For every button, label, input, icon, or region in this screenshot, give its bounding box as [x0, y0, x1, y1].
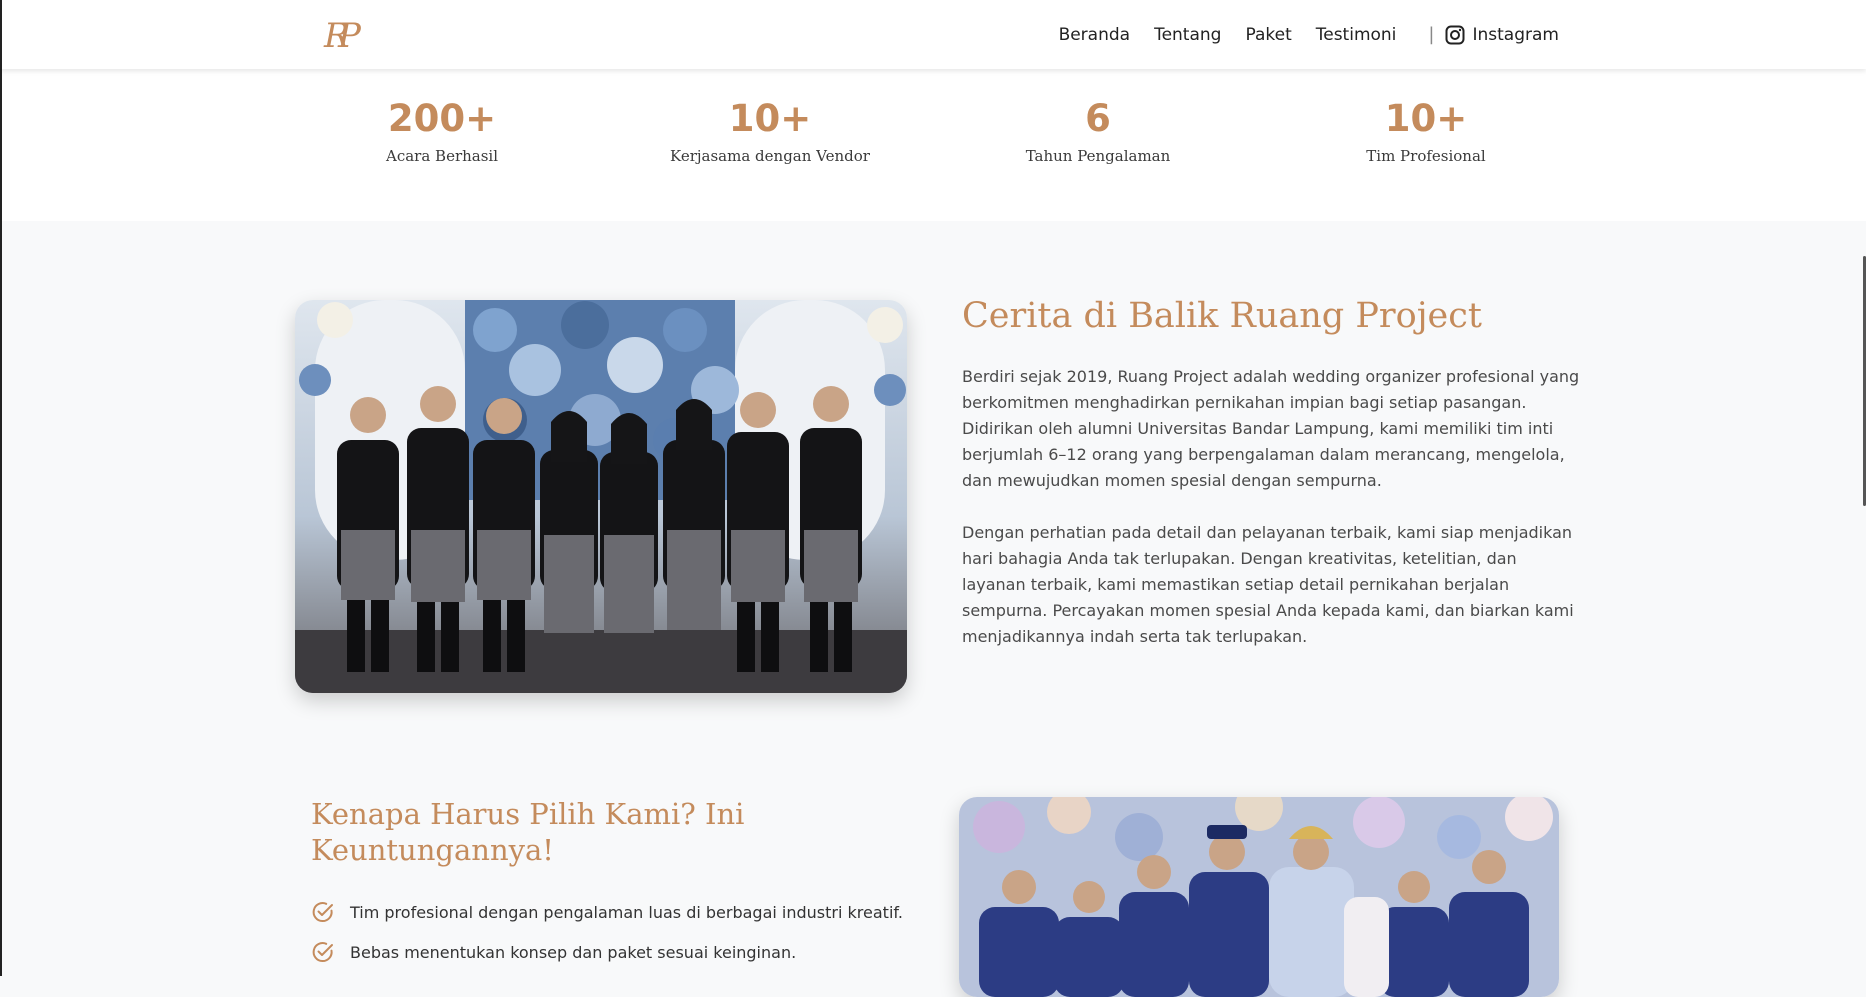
- list-item: Tim profesional dengan pengalaman luas d…: [311, 892, 903, 932]
- list-item: Bebas menentukan konsep dan paket sesuai…: [311, 932, 903, 972]
- stat-vendors: 10+ Kerjasama dengan Vendor: [620, 95, 920, 165]
- about-paragraph-1: Berdiri sejak 2019, Ruang Project adalah…: [962, 367, 1580, 490]
- why-title: Kenapa Harus Pilih Kami? Ini Keuntungann…: [311, 797, 745, 867]
- stats-section: 200+ Acara Berhasil 10+ Kerjasama dengan…: [0, 69, 1866, 221]
- about-paragraph-2: Dengan perhatian pada detail dan pelayan…: [962, 523, 1574, 646]
- benefit-text: Bebas menentukan konsep dan paket sesuai…: [350, 942, 797, 962]
- stat-value: 10+: [728, 97, 812, 140]
- logo-mark-icon: R P: [323, 16, 362, 56]
- stat-label: Tahun Pengalaman: [1025, 147, 1171, 165]
- team-photo: [295, 300, 907, 693]
- svg-text:P: P: [337, 16, 362, 56]
- site-header: R P Beranda Tentang Paket Testimoni | In…: [0, 0, 1866, 69]
- check-circle-icon: [312, 902, 333, 922]
- check-circle-icon: [312, 942, 333, 962]
- logo[interactable]: R P: [322, 12, 366, 56]
- nav-paket[interactable]: Paket: [1245, 25, 1291, 45]
- benefit-list: Tim profesional dengan pengalaman luas d…: [311, 892, 903, 972]
- nav-testimoni[interactable]: Testimoni: [1316, 25, 1397, 45]
- stat-years: 6 Tahun Pengalaman: [948, 95, 1248, 165]
- instagram-link[interactable]: Instagram: [1445, 24, 1560, 45]
- benefit-text: Tim profesional dengan pengalaman luas d…: [350, 902, 903, 922]
- wedding-photo: [959, 797, 1559, 997]
- window-edge: [0, 0, 2, 976]
- stat-value: 10+: [1384, 97, 1468, 140]
- stat-value: 6: [1085, 97, 1111, 140]
- nav-tentang[interactable]: Tentang: [1154, 25, 1221, 45]
- main-nav: Beranda Tentang Paket Testimoni | Instag…: [1035, 0, 1559, 69]
- stat-events: 200+ Acara Berhasil: [292, 95, 592, 165]
- stat-team: 10+ Tim Profesional: [1276, 95, 1576, 165]
- instagram-label: Instagram: [1472, 24, 1560, 45]
- stat-label: Acara Berhasil: [385, 147, 499, 165]
- stat-label: Tim Profesional: [1366, 147, 1486, 165]
- stat-value: 200+: [387, 97, 497, 140]
- instagram-icon: [1445, 25, 1464, 44]
- nav-separator: |: [1428, 24, 1435, 45]
- stat-label: Kerjasama dengan Vendor: [670, 147, 870, 165]
- nav-beranda[interactable]: Beranda: [1059, 25, 1131, 45]
- about-title: Cerita di Balik Ruang Project: [962, 296, 1482, 336]
